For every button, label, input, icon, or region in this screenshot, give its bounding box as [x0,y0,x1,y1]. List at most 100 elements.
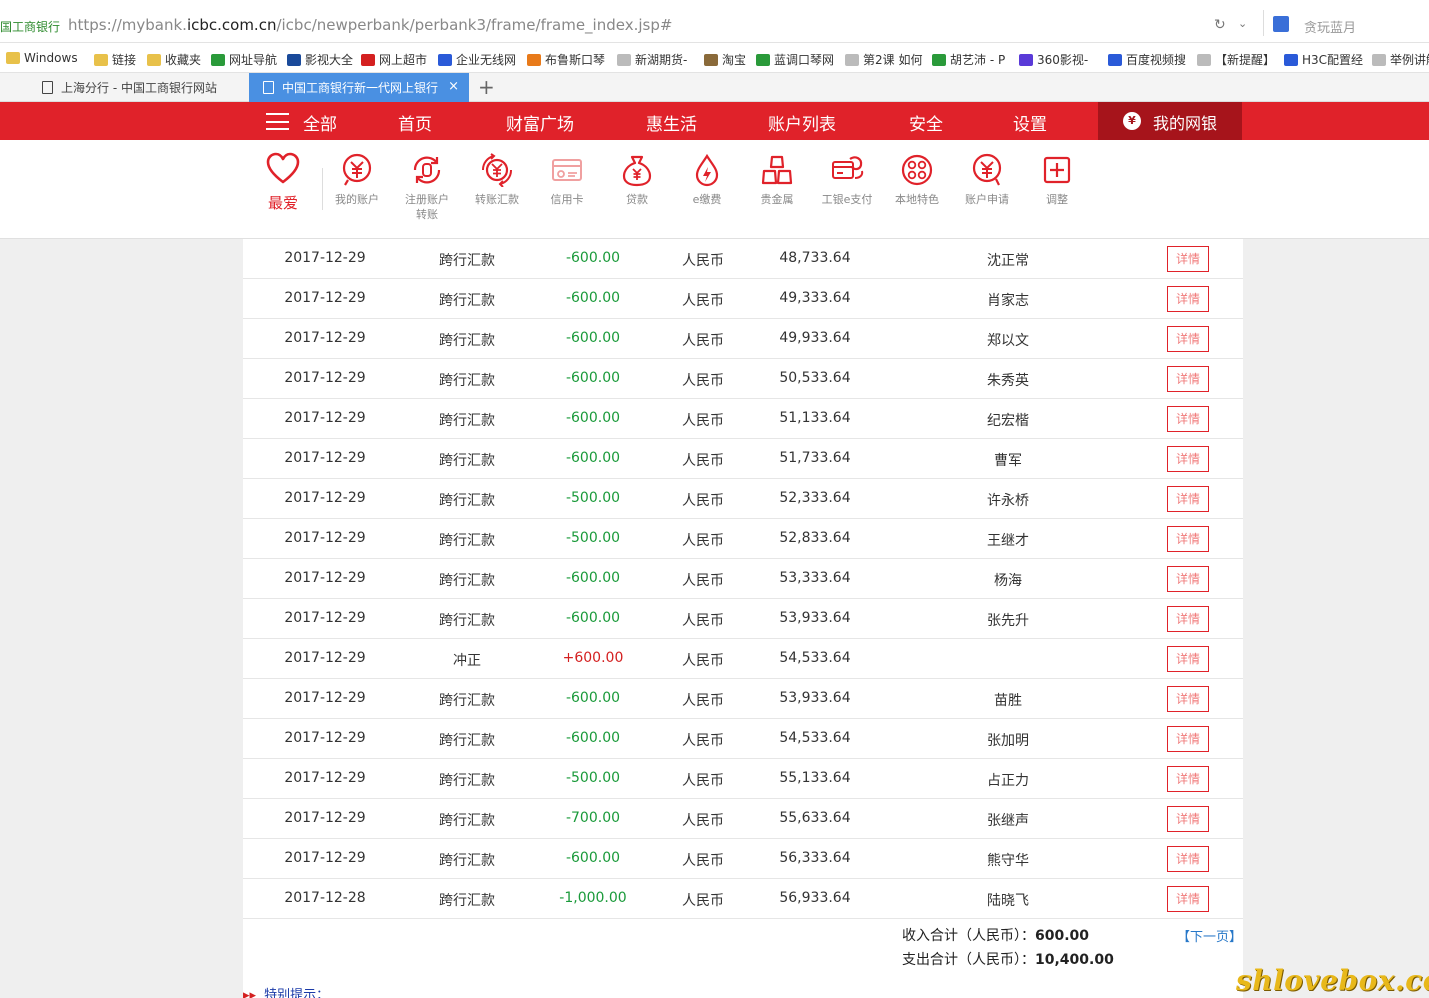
tool-e-payment[interactable]: e缴费 [674,152,740,207]
chevron-down-icon[interactable]: ⌄ [1238,17,1247,30]
detail-button[interactable]: 详情 [1167,406,1209,432]
counterparty-name: 陆晓飞 [987,893,1029,909]
transaction-type: 跨行汇款 [439,733,495,749]
detail-button[interactable]: 详情 [1167,686,1209,712]
url-domain: icbc.com.cn [186,16,277,34]
transaction-date: 2017-12-29 [284,370,366,386]
transaction-amount: -600.00 [565,850,621,866]
close-icon[interactable]: × [448,79,459,94]
bookmark-video-all[interactable]: 影视大全 [287,51,353,68]
bookmark-lesson-2[interactable]: 第2课 如何 [845,51,922,68]
bookmark-baidu-video[interactable]: 百度视频搜 [1108,51,1186,68]
expense-value: 10,400.00 [1035,952,1114,968]
bookmark-label: 企业无线网 [456,53,517,67]
bookmark-online-market[interactable]: 网上超市 [361,51,427,68]
table-row: 2017-12-29 跨行汇款 -600.00 人民币 53,933.64 张先升 详情 [243,599,1243,639]
bookmark-favicon-icon [527,53,541,66]
special-notice-label: 特别提示： [264,988,330,998]
bookmark-360-video[interactable]: 360影视- [1019,51,1088,68]
double-arrow-icon: ▸▸ [243,988,257,998]
page-icon [263,81,274,94]
tab-strip: 上海分行 - 中国工商银行网站 中国工商银行新一代网上银行 × + [0,73,1429,102]
detail-button[interactable]: 详情 [1167,486,1209,512]
tool-label: 调整 [1046,193,1068,206]
tool-registered-transfer[interactable]: 注册账户转账 [394,152,460,222]
tool-my-account[interactable]: 我的账户 [324,152,390,207]
detail-button[interactable]: 详情 [1167,566,1209,592]
transaction-balance: 54,533.64 [779,650,851,666]
transaction-balance: 52,333.64 [779,490,851,506]
nav-accounts[interactable]: 账户列表 [768,110,836,135]
function-toolbar: 最爱 我的账户 注册账户转账 转账汇款 信用卡 贷款 e缴费 贵金属 工银e支付 本地特色 账户申… [0,140,1429,239]
compat-mode-icon[interactable]: ↻ [1214,17,1226,33]
new-tab-button[interactable]: + [478,75,495,99]
table-row: 2017-12-29 跨行汇款 -600.00 人民币 54,533.64 张加明 详情 [243,719,1243,759]
income-total: 收入合计（人民币）：600.00 [902,925,1089,945]
menu-icon[interactable] [266,113,289,130]
bookmark-hu-yipei[interactable]: 胡艺沛 - P [932,51,1005,68]
nav-my-bank[interactable]: ¥ 我的网银 [1098,102,1242,140]
bookmark-h3c-config[interactable]: H3C配置经 [1284,51,1363,68]
bookmark-taobao[interactable]: 淘宝 [704,51,746,68]
tool-icbc-epay[interactable]: 工银e支付 [814,152,880,207]
nav-wealth[interactable]: 财富广场 [506,110,574,135]
nav-home[interactable]: 首页 [398,110,432,135]
bookmark-new-reminder[interactable]: 【新提醒】 [1197,51,1275,68]
nav-life[interactable]: 惠生活 [646,110,697,135]
transaction-balance: 54,533.64 [779,730,851,746]
transaction-date: 2017-12-28 [284,890,366,906]
detail-button[interactable]: 详情 [1167,846,1209,872]
transaction-balance: 56,333.64 [779,850,851,866]
bookmark-favorites[interactable]: 收藏夹 [147,51,201,68]
bookmark-blues-harmonica[interactable]: 布鲁斯口琴 [527,51,605,68]
table-row: 2017-12-28 跨行汇款 -1,000.00 人民币 56,933.64 陆晓飞 详情 [243,879,1243,919]
tool-adjust[interactable]: 调整 [1024,152,1090,207]
nav-all[interactable]: 全部 [303,110,337,135]
detail-button[interactable]: 详情 [1167,646,1209,672]
tool-account-apply[interactable]: 账户申请 [954,152,1020,207]
detail-button[interactable]: 详情 [1167,806,1209,832]
tab-icbc-shanghai[interactable]: 上海分行 - 中国工商银行网站 [28,73,248,102]
detail-button[interactable]: 详情 [1167,326,1209,352]
bookmark-enterprise-wifi[interactable]: 企业无线网 [438,51,516,68]
bookmark-blues-harmonica-net[interactable]: 蓝调口琴网 [756,51,834,68]
search-input[interactable]: 贪玩蓝月 [1304,17,1356,36]
transaction-date: 2017-12-29 [284,450,366,466]
detail-button[interactable]: 详情 [1167,366,1209,392]
nav-settings[interactable]: 设置 [1013,110,1047,135]
detail-button[interactable]: 详情 [1167,606,1209,632]
nav-security[interactable]: 安全 [909,110,943,135]
tool-precious-metal[interactable]: 贵金属 [744,152,810,207]
next-page-link[interactable]: 【下一页】 [1177,926,1242,945]
detail-button[interactable]: 详情 [1167,766,1209,792]
table-row: 2017-12-29 跨行汇款 -500.00 人民币 52,333.64 许永桥 详情 [243,479,1243,519]
tab-icbc-netbank[interactable]: 中国工商银行新一代网上银行 × [249,73,469,102]
bookmark-example-explain[interactable]: 举例讲解 [1372,51,1429,68]
tool-local-feature[interactable]: 本地特色 [884,152,950,207]
transaction-balance: 55,633.64 [779,810,851,826]
tool-transfer-remit[interactable]: 转账汇款 [464,152,530,207]
tool-loan[interactable]: 贷款 [604,152,670,207]
url-field[interactable]: https://mybank.icbc.com.cn/icbc/newperba… [68,16,672,34]
detail-button[interactable]: 详情 [1167,886,1209,912]
bookmark-label: 淘宝 [722,53,747,67]
favorites-button[interactable]: 最爱 [262,152,304,213]
search-engine-icon[interactable] [1273,16,1289,32]
detail-button[interactable]: 详情 [1167,726,1209,752]
transaction-balance: 53,333.64 [779,570,851,586]
transaction-type: 跨行汇款 [439,373,495,389]
detail-button[interactable]: 详情 [1167,526,1209,552]
counterparty-name: 曹军 [994,453,1022,469]
transaction-currency: 人民币 [682,493,724,509]
detail-button[interactable]: 详情 [1167,246,1209,272]
bookmark-windows[interactable]: Windows [6,51,78,65]
detail-button[interactable]: 详情 [1167,446,1209,472]
bookmark-xinhu-futures[interactable]: 新湖期货- [617,51,687,68]
detail-button[interactable]: 详情 [1167,286,1209,312]
tool-credit-card[interactable]: 信用卡 [534,152,600,207]
transaction-amount: -600.00 [565,690,621,706]
bookmark-links[interactable]: 链接 [94,51,136,68]
transaction-amount: -1,000.00 [559,890,627,906]
bookmark-url-nav[interactable]: 网址导航 [211,51,277,68]
income-label: 收入合计（人民币）： [902,928,1035,944]
